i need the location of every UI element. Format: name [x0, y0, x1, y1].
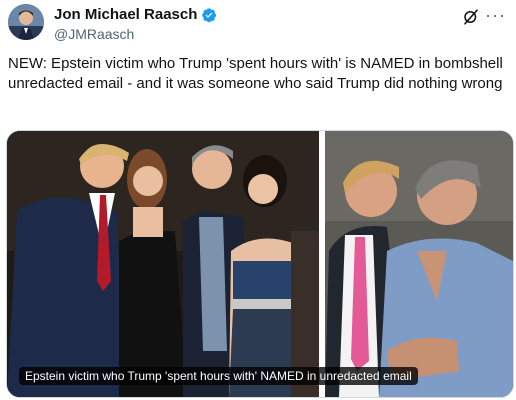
tweet-header: Jon Michael Raasch @JMRaasch ··· — [8, 4, 508, 44]
grok-icon[interactable] — [462, 8, 480, 26]
author-avatar[interactable] — [8, 4, 44, 40]
author-handle[interactable]: @JMRaasch — [54, 26, 134, 42]
avatar-photo-icon — [8, 4, 44, 40]
author-name[interactable]: Jon Michael Raasch — [54, 6, 197, 23]
more-options-icon[interactable]: ··· — [485, 6, 506, 24]
tweet-text: NEW: Epstein victim who Trump 'spent hou… — [8, 55, 503, 92]
media-caption: Epstein victim who Trump 'spent hours wi… — [19, 367, 418, 385]
verified-badge-icon — [202, 7, 217, 22]
tweet-media[interactable]: Epstein victim who Trump 'spent hours wi… — [6, 130, 514, 398]
media-photo — [7, 131, 513, 397]
